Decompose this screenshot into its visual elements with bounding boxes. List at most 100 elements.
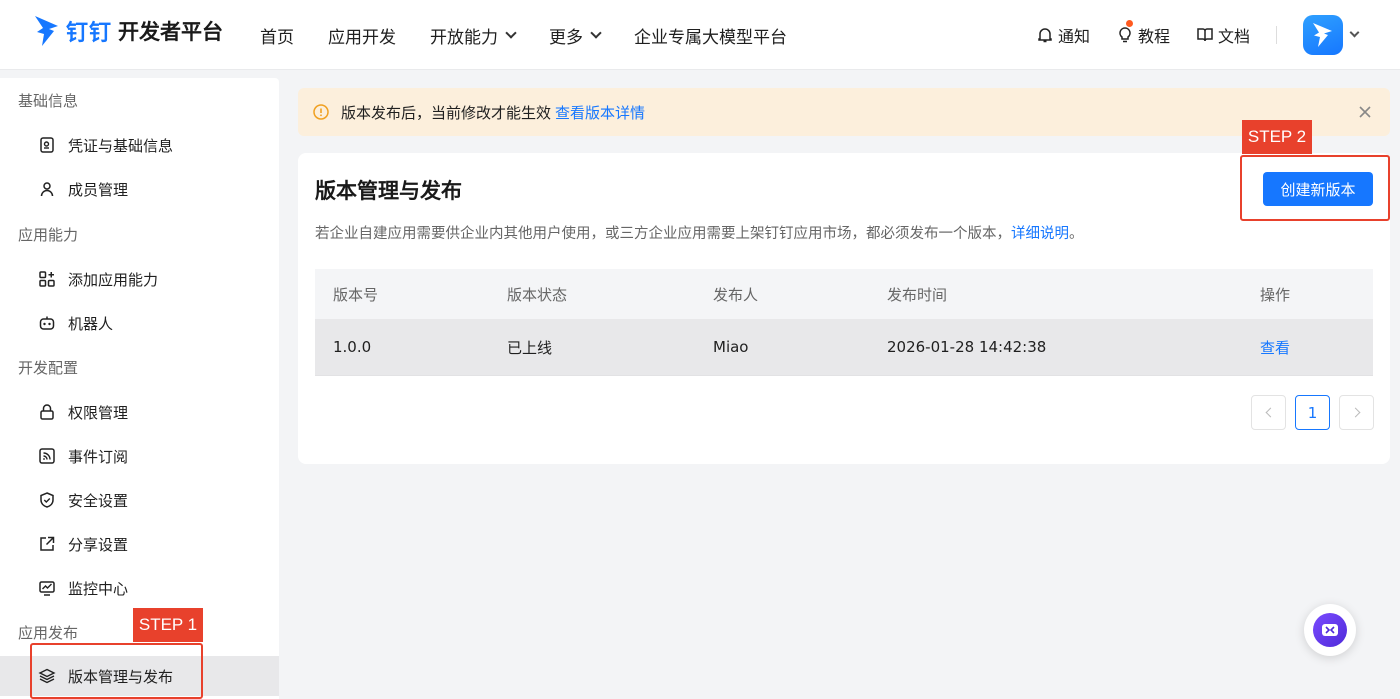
description-end: 。 [1069,226,1084,242]
cell-version: 1.0.0 [333,338,372,356]
dingtalk-logo-icon [35,16,58,46]
assistant-button[interactable] [1304,604,1356,656]
rss-icon [39,448,55,464]
chevron-left-icon [1265,407,1275,418]
nav-home[interactable]: 首页 [260,23,294,48]
info-alert: 版本发布后，当前修改才能生效 查看版本详情 [298,88,1390,136]
chevron-right-icon [1350,407,1360,418]
notification-dot [1125,20,1133,27]
sidebar-item-permissions[interactable]: 权限管理 [0,392,279,432]
chat-bubble-icon [1322,624,1338,636]
sidebar-item-label: 凭证与基础信息 [68,136,174,155]
notify-button[interactable]: 通知 [1036,23,1090,47]
column-header: 发布时间 [887,285,948,304]
nav-enterprise-llm[interactable]: 企业专属大模型平台 [634,23,787,48]
sidebar-item-label: 添加应用能力 [68,270,159,289]
page-title: 版本管理与发布 [315,179,462,203]
cell-publisher: Miao [713,338,749,356]
sidebar-item-label: 监控中心 [68,579,129,598]
nav-app-development-label: 应用开发 [328,27,396,48]
book-icon [1197,28,1213,42]
lock-icon [40,404,54,420]
user-menu[interactable] [1303,15,1360,55]
chevron-down-icon [590,26,602,39]
column-header: 发布人 [713,285,759,304]
credential-icon [40,137,54,153]
sidebar-item-add-capability[interactable]: 添加应用能力 [0,259,279,299]
column-header: 版本号 [333,285,379,304]
nav-more[interactable]: 更多 [549,23,602,48]
brand-name: 钉钉 [66,21,113,46]
tutorial-button[interactable]: 教程 [1116,20,1170,47]
sidebar-item-share[interactable]: 分享设置 [0,524,279,564]
product-name: 开发者平台 [118,20,224,44]
sidebar-item-credentials[interactable]: 凭证与基础信息 [0,125,279,165]
docs-label: 文档 [1217,27,1250,46]
header-tools: 通知 教程 文档 [1036,0,1400,70]
column-header: 操作 [1260,285,1291,304]
lightbulb-icon [1119,27,1131,43]
page-1-button[interactable]: 1 [1295,395,1330,430]
info-circle-icon [313,104,329,120]
sidebar-group-app-publish: 应用发布 [18,624,79,642]
table-header: 版本号 版本状态 发布人 发布时间 操作 [315,269,1373,319]
docs-button[interactable]: 文档 [1196,23,1250,47]
details-link[interactable]: 详细说明 [1011,226,1069,242]
column-header: 版本状态 [507,285,568,304]
nav-open-capabilities-label: 开放能力 [430,27,498,48]
sidebar-item-monitor[interactable]: 监控中心 [0,568,279,608]
sidebar-item-security[interactable]: 安全设置 [0,480,279,520]
view-version-details-link[interactable]: 查看版本详情 [555,102,645,123]
sidebar-item-label: 机器人 [68,314,114,333]
view-version-link[interactable]: 查看 [1260,337,1290,358]
tutorial-label: 教程 [1137,27,1170,46]
version-management-card: 版本管理与发布 若企业自建应用需要供企业内其他用户使用，或三方企业应用需要上架钉… [298,153,1390,464]
sidebar-item-label: 权限管理 [68,403,129,422]
step-2-highlight [1240,155,1390,221]
sidebar: 基础信息 凭证与基础信息 成员管理 应用能力 添加应用能力 机器人 开发配置 权… [0,78,279,699]
robot-icon [39,316,55,330]
sidebar-item-event-subscription[interactable]: 事件订阅 [0,436,279,476]
step-1-label: STEP 1 [133,608,203,642]
page-description: 若企业自建应用需要供企业内其他用户使用，或三方企业应用需要上架钉钉应用市场，都必… [315,222,1084,243]
chevron-down-icon [505,26,517,39]
sidebar-item-robot[interactable]: 机器人 [0,303,279,343]
sidebar-item-label: 安全设置 [68,491,129,510]
cell-publish-time: 2026-01-28 14:42:38 [887,338,1047,356]
nav-enterprise-llm-label: 企业专属大模型平台 [634,27,787,48]
sidebar-group-app-capabilities: 应用能力 [18,226,79,244]
table-row: 1.0.0 已上线 Miao 2026-01-28 14:42:38 查看 [315,319,1373,376]
dingtalk-logo[interactable]: 钉钉 开发者平台 [34,14,223,48]
main-nav: 首页 应用开发 开放能力 更多 企业专属大模型平台 [260,0,821,70]
sidebar-item-label: 事件订阅 [68,447,129,466]
assistant-icon [1313,613,1347,647]
version-table: 版本号 版本状态 发布人 发布时间 操作 1.0.0 已上线 Miao 2026… [315,269,1373,376]
chevron-down-icon [1349,27,1360,38]
monitor-icon [39,581,55,596]
nav-home-label: 首页 [260,27,294,48]
prev-page-button[interactable] [1251,395,1286,430]
bell-icon [1038,28,1052,43]
dingtalk-avatar-icon [1313,23,1332,47]
sidebar-item-label: 分享设置 [68,535,129,554]
sidebar-group-dev-config: 开发配置 [18,359,79,377]
header-divider [1276,26,1277,44]
notify-label: 通知 [1057,27,1090,46]
nav-more-label: 更多 [549,27,583,48]
top-navigation-bar: 钉钉 开发者平台 首页 应用开发 开放能力 更多 企业专属大模型平台 通知 教程… [0,0,1400,70]
description-text: 若企业自建应用需要供企业内其他用户使用，或三方企业应用需要上架钉钉应用市场，都必… [315,226,1011,242]
close-icon[interactable] [1356,103,1374,121]
user-icon [40,182,54,197]
nav-app-development[interactable]: 应用开发 [328,23,396,48]
alert-text: 版本发布后，当前修改才能生效 [341,103,552,122]
apps-add-icon [39,271,55,287]
avatar [1303,15,1343,55]
sidebar-item-members[interactable]: 成员管理 [0,169,279,209]
step-1-highlight [30,643,203,699]
share-icon [40,536,55,551]
next-page-button[interactable] [1339,395,1374,430]
nav-open-capabilities[interactable]: 开放能力 [430,23,517,48]
sidebar-item-label: 成员管理 [68,180,129,199]
sidebar-group-basic-info: 基础信息 [18,92,79,110]
shield-icon [40,492,54,508]
